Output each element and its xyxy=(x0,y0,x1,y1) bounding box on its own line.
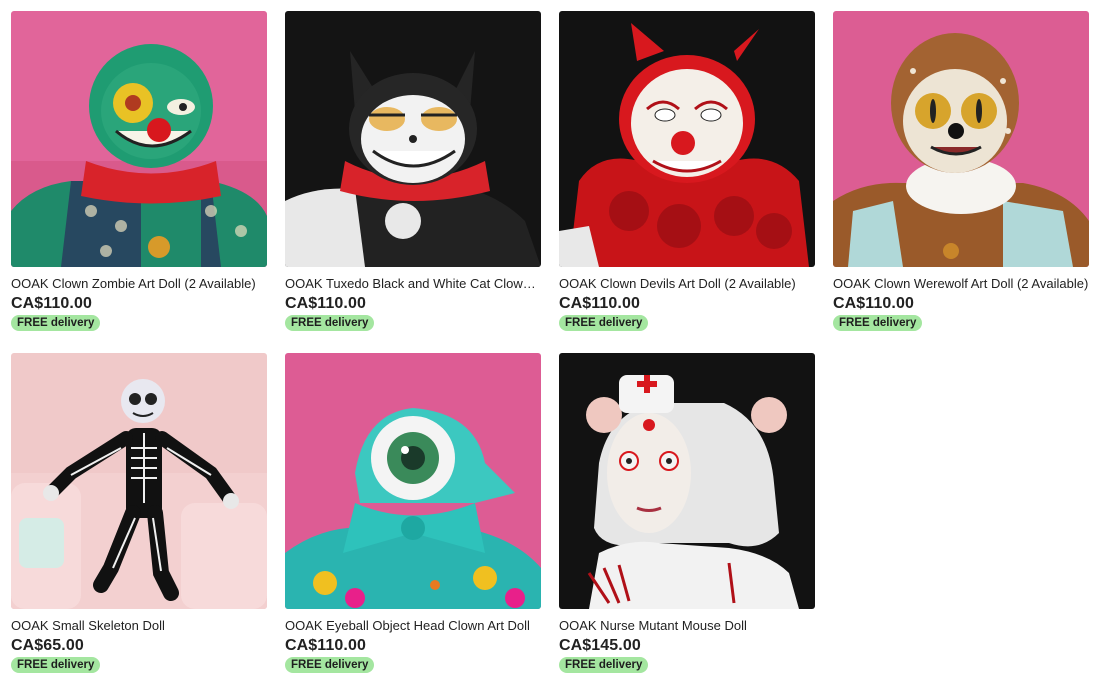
tuxedo-cat-doll-image xyxy=(285,11,541,267)
listing-title[interactable]: OOAK Clown Devils Art Doll (2 Available) xyxy=(559,276,815,292)
free-delivery-badge: FREE delivery xyxy=(833,315,923,331)
listing-price: CA$110.00 xyxy=(285,295,366,312)
listing-image-devil-clown-doll[interactable] xyxy=(559,11,815,267)
free-delivery-badge: FREE delivery xyxy=(559,657,649,673)
werewolf-clown-doll-image xyxy=(833,11,1089,267)
listing-title[interactable]: OOAK Small Skeleton Doll xyxy=(11,618,267,634)
free-delivery-badge: FREE delivery xyxy=(559,315,649,331)
listing-title[interactable]: OOAK Clown Zombie Art Doll (2 Available) xyxy=(11,276,267,292)
listing-card[interactable]: OOAK Eyeball Object Head Clown Art Doll … xyxy=(285,353,541,673)
listing-card[interactable]: OOAK Tuxedo Black and White Cat Clown Ar… xyxy=(285,11,541,331)
listing-image-tuxedo-cat-clown-doll[interactable] xyxy=(285,11,541,267)
zombie-clown-doll-image xyxy=(11,11,267,267)
listing-price: CA$65.00 xyxy=(11,637,84,654)
listing-title[interactable]: OOAK Eyeball Object Head Clown Art Doll xyxy=(285,618,541,634)
devil-clown-doll-image xyxy=(559,11,815,267)
listing-image-werewolf-clown-doll[interactable] xyxy=(833,11,1089,267)
listing-title[interactable]: OOAK Clown Werewolf Art Doll (2 Availabl… xyxy=(833,276,1089,292)
listing-price: CA$110.00 xyxy=(285,637,366,654)
listing-image-zombie-clown-doll[interactable] xyxy=(11,11,267,267)
listing-title[interactable]: OOAK Tuxedo Black and White Cat Clown Ar… xyxy=(285,276,541,292)
listing-grid: OOAK Clown Zombie Art Doll (2 Available)… xyxy=(11,11,1101,673)
listing-price: CA$145.00 xyxy=(559,637,641,654)
listing-card[interactable]: OOAK Clown Zombie Art Doll (2 Available)… xyxy=(11,11,267,331)
listing-card[interactable]: OOAK Clown Werewolf Art Doll (2 Availabl… xyxy=(833,11,1089,331)
listing-image-eyeball-clown-doll[interactable] xyxy=(285,353,541,609)
nurse-mouse-doll-image xyxy=(559,353,815,609)
listing-card[interactable]: OOAK Clown Devils Art Doll (2 Available)… xyxy=(559,11,815,331)
eyeball-clown-doll-image xyxy=(285,353,541,609)
free-delivery-badge: FREE delivery xyxy=(11,315,101,331)
listing-price: CA$110.00 xyxy=(559,295,640,312)
listing-title[interactable]: OOAK Nurse Mutant Mouse Doll xyxy=(559,618,815,634)
listing-price: CA$110.00 xyxy=(833,295,914,312)
listing-image-skeleton-doll[interactable] xyxy=(11,353,267,609)
free-delivery-badge: FREE delivery xyxy=(11,657,101,673)
listing-price: CA$110.00 xyxy=(11,295,92,312)
listing-image-nurse-mutant-mouse-doll[interactable] xyxy=(559,353,815,609)
free-delivery-badge: FREE delivery xyxy=(285,657,375,673)
listing-card[interactable]: OOAK Small Skeleton Doll CA$65.00 FREE d… xyxy=(11,353,267,673)
listing-card[interactable]: OOAK Nurse Mutant Mouse Doll CA$145.00 F… xyxy=(559,353,815,673)
free-delivery-badge: FREE delivery xyxy=(285,315,375,331)
skeleton-doll-image xyxy=(11,353,267,609)
